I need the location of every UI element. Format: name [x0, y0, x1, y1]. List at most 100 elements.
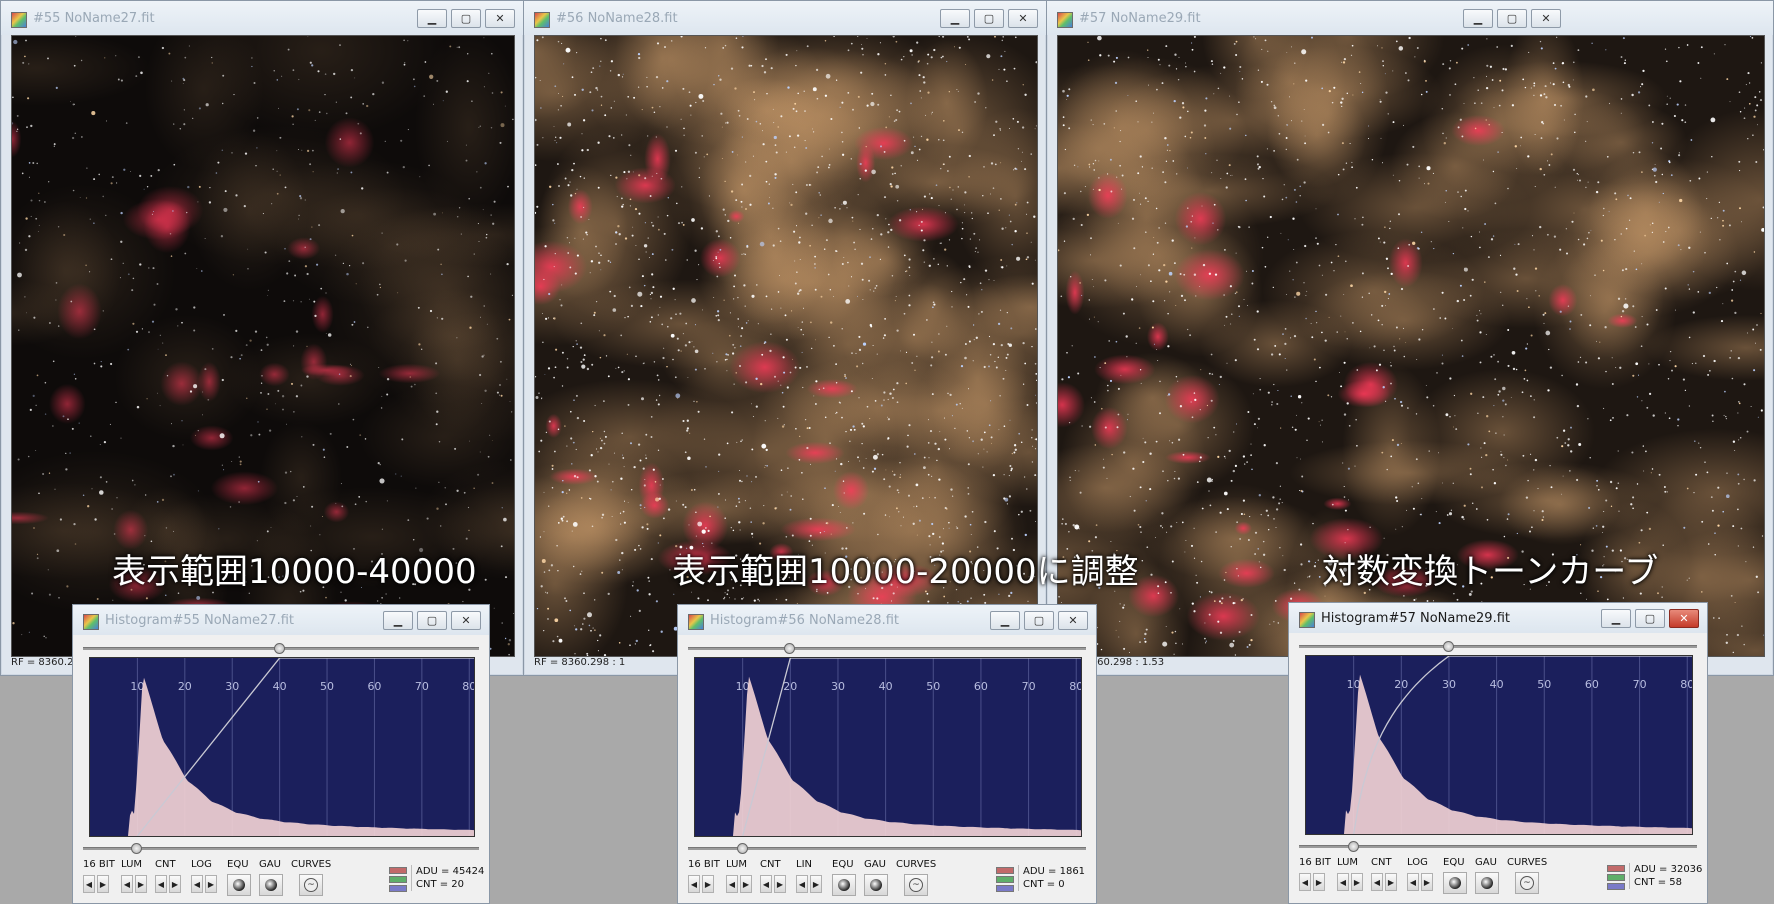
gau-button[interactable] — [864, 874, 888, 896]
scale-left-arrow-icon[interactable]: ◀ — [1407, 873, 1419, 891]
bit-right-arrow-icon[interactable]: ▶ — [97, 875, 109, 893]
equ-label: EQU — [227, 859, 249, 870]
radio-icon — [838, 879, 850, 891]
cnt-left-arrow-icon[interactable]: ◀ — [155, 875, 167, 893]
scale-left-arrow-icon[interactable]: ◀ — [191, 875, 203, 893]
high-level-handle[interactable] — [273, 643, 285, 654]
tick-label: 50 — [320, 680, 334, 693]
close-button[interactable]: ✕ — [1008, 9, 1038, 28]
bit-right-arrow-icon[interactable]: ▶ — [702, 875, 714, 893]
histogram-plot[interactable]: 10 20 30 40 50 60 70 80 — [89, 657, 476, 837]
low-level-handle[interactable] — [736, 843, 748, 854]
tick-label: 50 — [1537, 678, 1551, 691]
histogram-plot[interactable]: 10 20 30 40 50 60 70 80 — [694, 657, 1083, 837]
maximize-button[interactable]: ▢ — [451, 9, 481, 28]
curves-button[interactable]: ~ — [1515, 872, 1539, 894]
scale-right-arrow-icon[interactable]: ▶ — [810, 875, 822, 893]
gau-button[interactable] — [259, 874, 283, 896]
cnt-left-arrow-icon[interactable]: ◀ — [1371, 873, 1383, 891]
close-button[interactable]: ✕ — [451, 611, 481, 630]
lum-right-arrow-icon[interactable]: ▶ — [740, 875, 752, 893]
scale-left-arrow-icon[interactable]: ◀ — [796, 875, 808, 893]
bit-left-arrow-icon[interactable]: ◀ — [83, 875, 95, 893]
equ-button[interactable] — [832, 874, 856, 896]
titlebar[interactable]: Histogram#55 NoName27.fit ▁ ▢ ✕ — [73, 605, 489, 635]
minimize-button[interactable]: ▁ — [1601, 609, 1631, 628]
lum-label: LUM — [1337, 857, 1359, 868]
cnt-value: CNT = 20 — [416, 879, 465, 890]
minimize-button[interactable]: ▁ — [940, 9, 970, 28]
lum-right-arrow-icon[interactable]: ▶ — [1351, 873, 1363, 891]
low-level-slider[interactable] — [688, 843, 1086, 854]
titlebar[interactable]: #56 NoName28.fit ▁ ▢ ✕ — [524, 1, 1046, 35]
bit-left-arrow-icon[interactable]: ◀ — [688, 875, 700, 893]
low-level-handle[interactable] — [1347, 841, 1359, 852]
gau-label: GAU — [1475, 857, 1497, 868]
app-icon — [688, 614, 704, 630]
curves-button[interactable]: ~ — [299, 874, 323, 896]
low-level-handle[interactable] — [131, 843, 143, 854]
histogram-plot[interactable]: 10 20 30 40 50 60 70 80 — [1305, 655, 1694, 835]
scale-right-arrow-icon[interactable]: ▶ — [205, 875, 217, 893]
cnt-right-arrow-icon[interactable]: ▶ — [169, 875, 181, 893]
titlebar[interactable]: Histogram#57 NoName29.fit ▁ ▢ ✕ — [1289, 603, 1707, 633]
scale-right-arrow-icon[interactable]: ▶ — [1421, 873, 1433, 891]
gau-button[interactable] — [1475, 872, 1499, 894]
maximize-button[interactable]: ▢ — [1635, 609, 1665, 628]
status-bar: RF = 8360.298 : 1 — [534, 657, 626, 668]
close-button[interactable]: ✕ — [1531, 9, 1561, 28]
high-level-slider[interactable] — [83, 643, 479, 654]
histogram-window-56[interactable]: Histogram#56 NoName28.fit ▁ ▢ ✕ 10 20 30 40 50 60… — [677, 604, 1097, 904]
cnt-right-arrow-icon[interactable]: ▶ — [774, 875, 786, 893]
caption-log-tone-curve: 対数変換トーンカーブ — [1322, 552, 1659, 592]
caption-display-range-2: 表示範囲10000-20000に調整 — [672, 552, 1139, 592]
bit-right-arrow-icon[interactable]: ▶ — [1313, 873, 1325, 891]
cnt-right-arrow-icon[interactable]: ▶ — [1385, 873, 1397, 891]
tick-label: 30 — [831, 680, 845, 693]
maximize-button[interactable]: ▢ — [1024, 611, 1054, 630]
curves-icon: ~ — [304, 878, 318, 892]
equ-button[interactable] — [227, 874, 251, 896]
maximize-button[interactable]: ▢ — [1497, 9, 1527, 28]
high-level-slider[interactable] — [688, 643, 1086, 654]
channel-swatches — [996, 867, 1014, 894]
bit-left-arrow-icon[interactable]: ◀ — [1299, 873, 1311, 891]
radio-icon — [265, 879, 277, 891]
lum-left-arrow-icon[interactable]: ◀ — [1337, 873, 1349, 891]
lum-left-arrow-icon[interactable]: ◀ — [726, 875, 738, 893]
close-button[interactable]: ✕ — [1058, 611, 1088, 630]
histogram-window-57[interactable]: Histogram#57 NoName29.fit ▁ ▢ ✕ 10 20 30 40 50 60… — [1288, 602, 1708, 904]
radio-icon — [233, 879, 245, 891]
titlebar[interactable]: Histogram#56 NoName28.fit ▁ ▢ ✕ — [678, 605, 1096, 635]
equ-button[interactable] — [1443, 872, 1467, 894]
close-button[interactable]: ✕ — [485, 9, 515, 28]
high-level-handle[interactable] — [1442, 641, 1454, 652]
maximize-button[interactable]: ▢ — [974, 9, 1004, 28]
minimize-button[interactable]: ▁ — [990, 611, 1020, 630]
cnt-value: CNT = 0 — [1023, 879, 1065, 890]
value-readout: ADU = 32036 CNT = 58 — [1629, 863, 1702, 889]
high-level-slider[interactable] — [1299, 641, 1697, 652]
minimize-button[interactable]: ▁ — [417, 9, 447, 28]
histogram-window-55[interactable]: Histogram#55 NoName27.fit ▁ ▢ ✕ 10 20 30 40 50 60… — [72, 604, 490, 904]
lum-label: LUM — [726, 859, 748, 870]
tick-label: 40 — [1490, 678, 1504, 691]
curves-button[interactable]: ~ — [904, 874, 928, 896]
titlebar[interactable]: #57 NoName29.fit ▁ ▢ ✕ — [1047, 1, 1773, 35]
window-title: #55 NoName27.fit — [33, 11, 155, 26]
lum-right-arrow-icon[interactable]: ▶ — [135, 875, 147, 893]
equ-label: EQU — [1443, 857, 1465, 868]
maximize-button[interactable]: ▢ — [417, 611, 447, 630]
adu-value: ADU = 45424 — [416, 866, 485, 877]
titlebar[interactable]: #55 NoName27.fit ▁ ▢ ✕ — [1, 1, 523, 35]
low-level-slider[interactable] — [1299, 841, 1697, 852]
gau-label: GAU — [864, 859, 886, 870]
minimize-button[interactable]: ▁ — [1463, 9, 1493, 28]
low-level-slider[interactable] — [83, 843, 479, 854]
minimize-button[interactable]: ▁ — [383, 611, 413, 630]
cnt-left-arrow-icon[interactable]: ◀ — [760, 875, 772, 893]
high-level-handle[interactable] — [784, 643, 796, 654]
lum-left-arrow-icon[interactable]: ◀ — [121, 875, 133, 893]
close-button[interactable]: ✕ — [1669, 609, 1699, 628]
app-icon — [534, 12, 550, 28]
